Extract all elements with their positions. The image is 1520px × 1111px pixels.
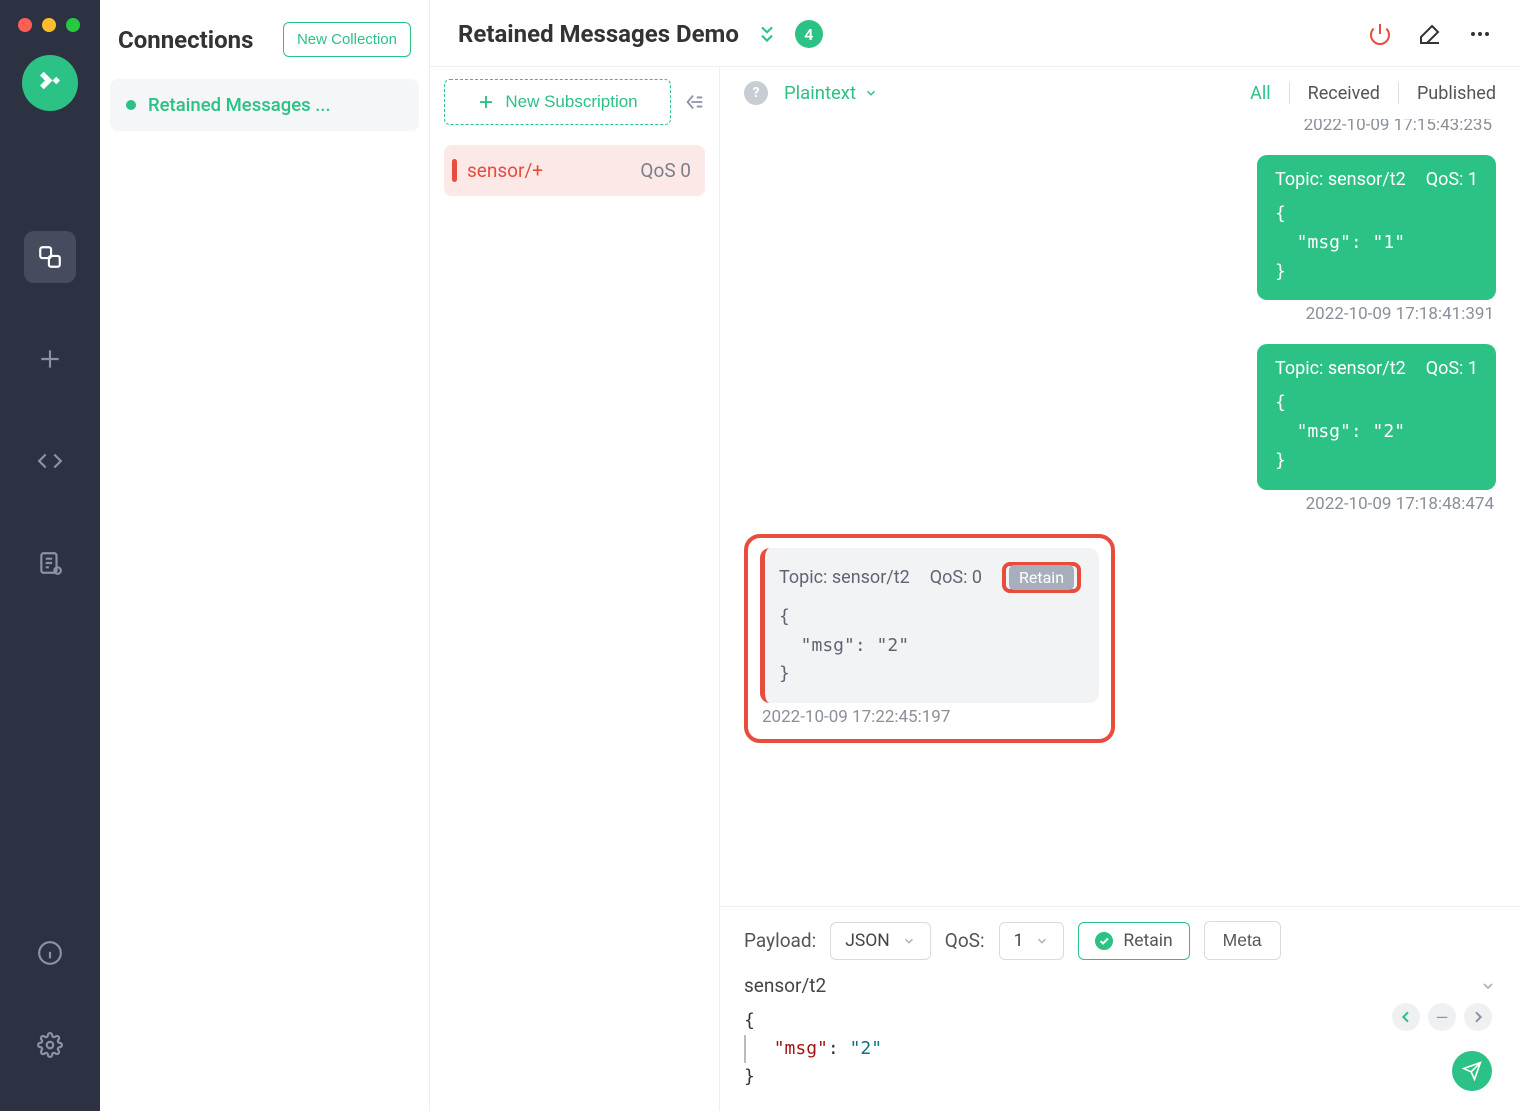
status-dot-icon [126, 100, 136, 110]
nav-info-icon[interactable] [24, 927, 76, 979]
connection-header: Retained Messages Demo 4 [430, 0, 1520, 67]
message-timestamp: 2022-10-09 17:22:45:197 [762, 707, 1097, 727]
subscription-topic: sensor/+ [467, 159, 630, 182]
message-qos: QoS: 0 [930, 567, 982, 588]
retain-label: Retain [1123, 931, 1172, 951]
topic-value: sensor/t2 [744, 974, 826, 997]
connections-title: Connections [118, 26, 253, 54]
subscription-item[interactable]: sensor/+ QoS 0 [444, 145, 705, 196]
window-traffic-lights [18, 18, 80, 32]
message-received: Topic: sensor/t2 QoS: 0 Retain { "msg": … [760, 548, 1099, 703]
message-sent: Topic: sensor/t2 QoS: 1 { "msg": "1" } [1257, 155, 1496, 300]
message-timestamp: 2022-10-09 17:18:41:391 [1259, 304, 1494, 324]
payload-editor[interactable]: { "msg": "2" } [744, 1007, 1496, 1091]
unread-badge: 4 [795, 20, 823, 48]
qos-value: 1 [1014, 931, 1024, 951]
nav-connections-icon[interactable] [24, 231, 76, 283]
meta-button[interactable]: Meta [1204, 921, 1281, 960]
chevron-down-icon [1480, 978, 1496, 994]
app-nav-rail [0, 0, 100, 1111]
format-select-label: Plaintext [784, 82, 856, 104]
nav-new-icon[interactable] [24, 333, 76, 385]
nav-scripts-icon[interactable] [24, 435, 76, 487]
message-topic: Topic: sensor/t2 [1275, 358, 1406, 379]
disconnect-icon[interactable] [1368, 22, 1392, 46]
minimize-window-icon[interactable] [42, 18, 56, 32]
subscription-color-bar [452, 159, 457, 182]
nav-log-icon[interactable] [24, 537, 76, 589]
topic-input[interactable]: sensor/t2 [744, 974, 1496, 997]
edit-icon[interactable] [1418, 22, 1442, 46]
format-select[interactable]: Plaintext [784, 82, 878, 104]
connections-panel: Connections New Collection Retained Mess… [100, 0, 430, 1111]
payload-format-select[interactable]: JSON [830, 922, 931, 960]
history-forward-icon[interactable] [1464, 1003, 1492, 1031]
check-icon [1095, 932, 1113, 950]
history-minus-icon[interactable]: — [1428, 1003, 1456, 1031]
compose-area: Payload: JSON QoS: 1 Retain [720, 906, 1520, 1111]
payload-label: Payload: [744, 929, 816, 952]
retain-badge: Retain [1009, 565, 1074, 590]
connection-title: Retained Messages Demo [458, 20, 739, 48]
message-body: { "msg": "2" } [1275, 389, 1478, 475]
new-subscription-button[interactable]: New Subscription [444, 79, 671, 125]
payload-format-value: JSON [845, 931, 890, 951]
more-icon[interactable] [1468, 22, 1492, 46]
message-body: { "msg": "1" } [1275, 200, 1478, 286]
history-back-icon[interactable] [1392, 1003, 1420, 1031]
chevron-down-icon [1035, 934, 1049, 948]
maximize-window-icon[interactable] [66, 18, 80, 32]
qos-select[interactable]: 1 [999, 922, 1065, 960]
help-icon[interactable]: ? [744, 81, 768, 105]
messages-panel: ? Plaintext All Received Published 2022-… [720, 67, 1520, 1111]
message-timestamp: 2022-10-09 17:18:48:474 [1259, 494, 1494, 514]
chevron-down-icon [902, 934, 916, 948]
message-qos: QoS: 1 [1426, 169, 1478, 190]
retain-toggle[interactable]: Retain [1078, 922, 1189, 960]
annotation-highlight: Topic: sensor/t2 QoS: 0 Retain { "msg": … [744, 534, 1115, 743]
nav-settings-icon[interactable] [24, 1019, 76, 1071]
filter-bar: ? Plaintext All Received Published [720, 67, 1520, 119]
subscription-qos: QoS 0 [640, 159, 691, 182]
app-logo [22, 55, 78, 111]
connection-item[interactable]: Retained Messages ... [110, 79, 419, 131]
collapse-panel-icon[interactable] [683, 91, 705, 113]
message-list[interactable]: 2022-10-09 17:15:43:235 Topic: sensor/t2… [720, 119, 1520, 906]
tab-published[interactable]: Published [1417, 83, 1496, 104]
new-collection-button[interactable]: New Collection [283, 22, 411, 57]
message-sent: Topic: sensor/t2 QoS: 1 { "msg": "2" } [1257, 344, 1496, 489]
message-body: { "msg": "2" } [779, 603, 1081, 689]
history-nav: — [1392, 1003, 1492, 1031]
message-topic: Topic: sensor/t2 [779, 567, 910, 588]
new-subscription-label: New Subscription [505, 92, 637, 112]
message-timestamp: 2022-10-09 17:15:43:235 [744, 119, 1496, 135]
qos-label: QoS: [945, 929, 985, 952]
tab-all[interactable]: All [1250, 83, 1271, 104]
chevron-down-icon [864, 86, 878, 100]
message-qos: QoS: 1 [1426, 358, 1478, 379]
subscriptions-panel: New Subscription sensor/+ QoS 0 [430, 67, 720, 1111]
close-window-icon[interactable] [18, 18, 32, 32]
connection-item-label: Retained Messages ... [148, 94, 331, 116]
tab-received[interactable]: Received [1308, 83, 1380, 104]
annotation-retain-highlight: Retain [1002, 562, 1081, 593]
send-button[interactable] [1452, 1051, 1492, 1091]
message-topic: Topic: sensor/t2 [1275, 169, 1406, 190]
expand-chevrons-icon[interactable] [757, 24, 777, 44]
